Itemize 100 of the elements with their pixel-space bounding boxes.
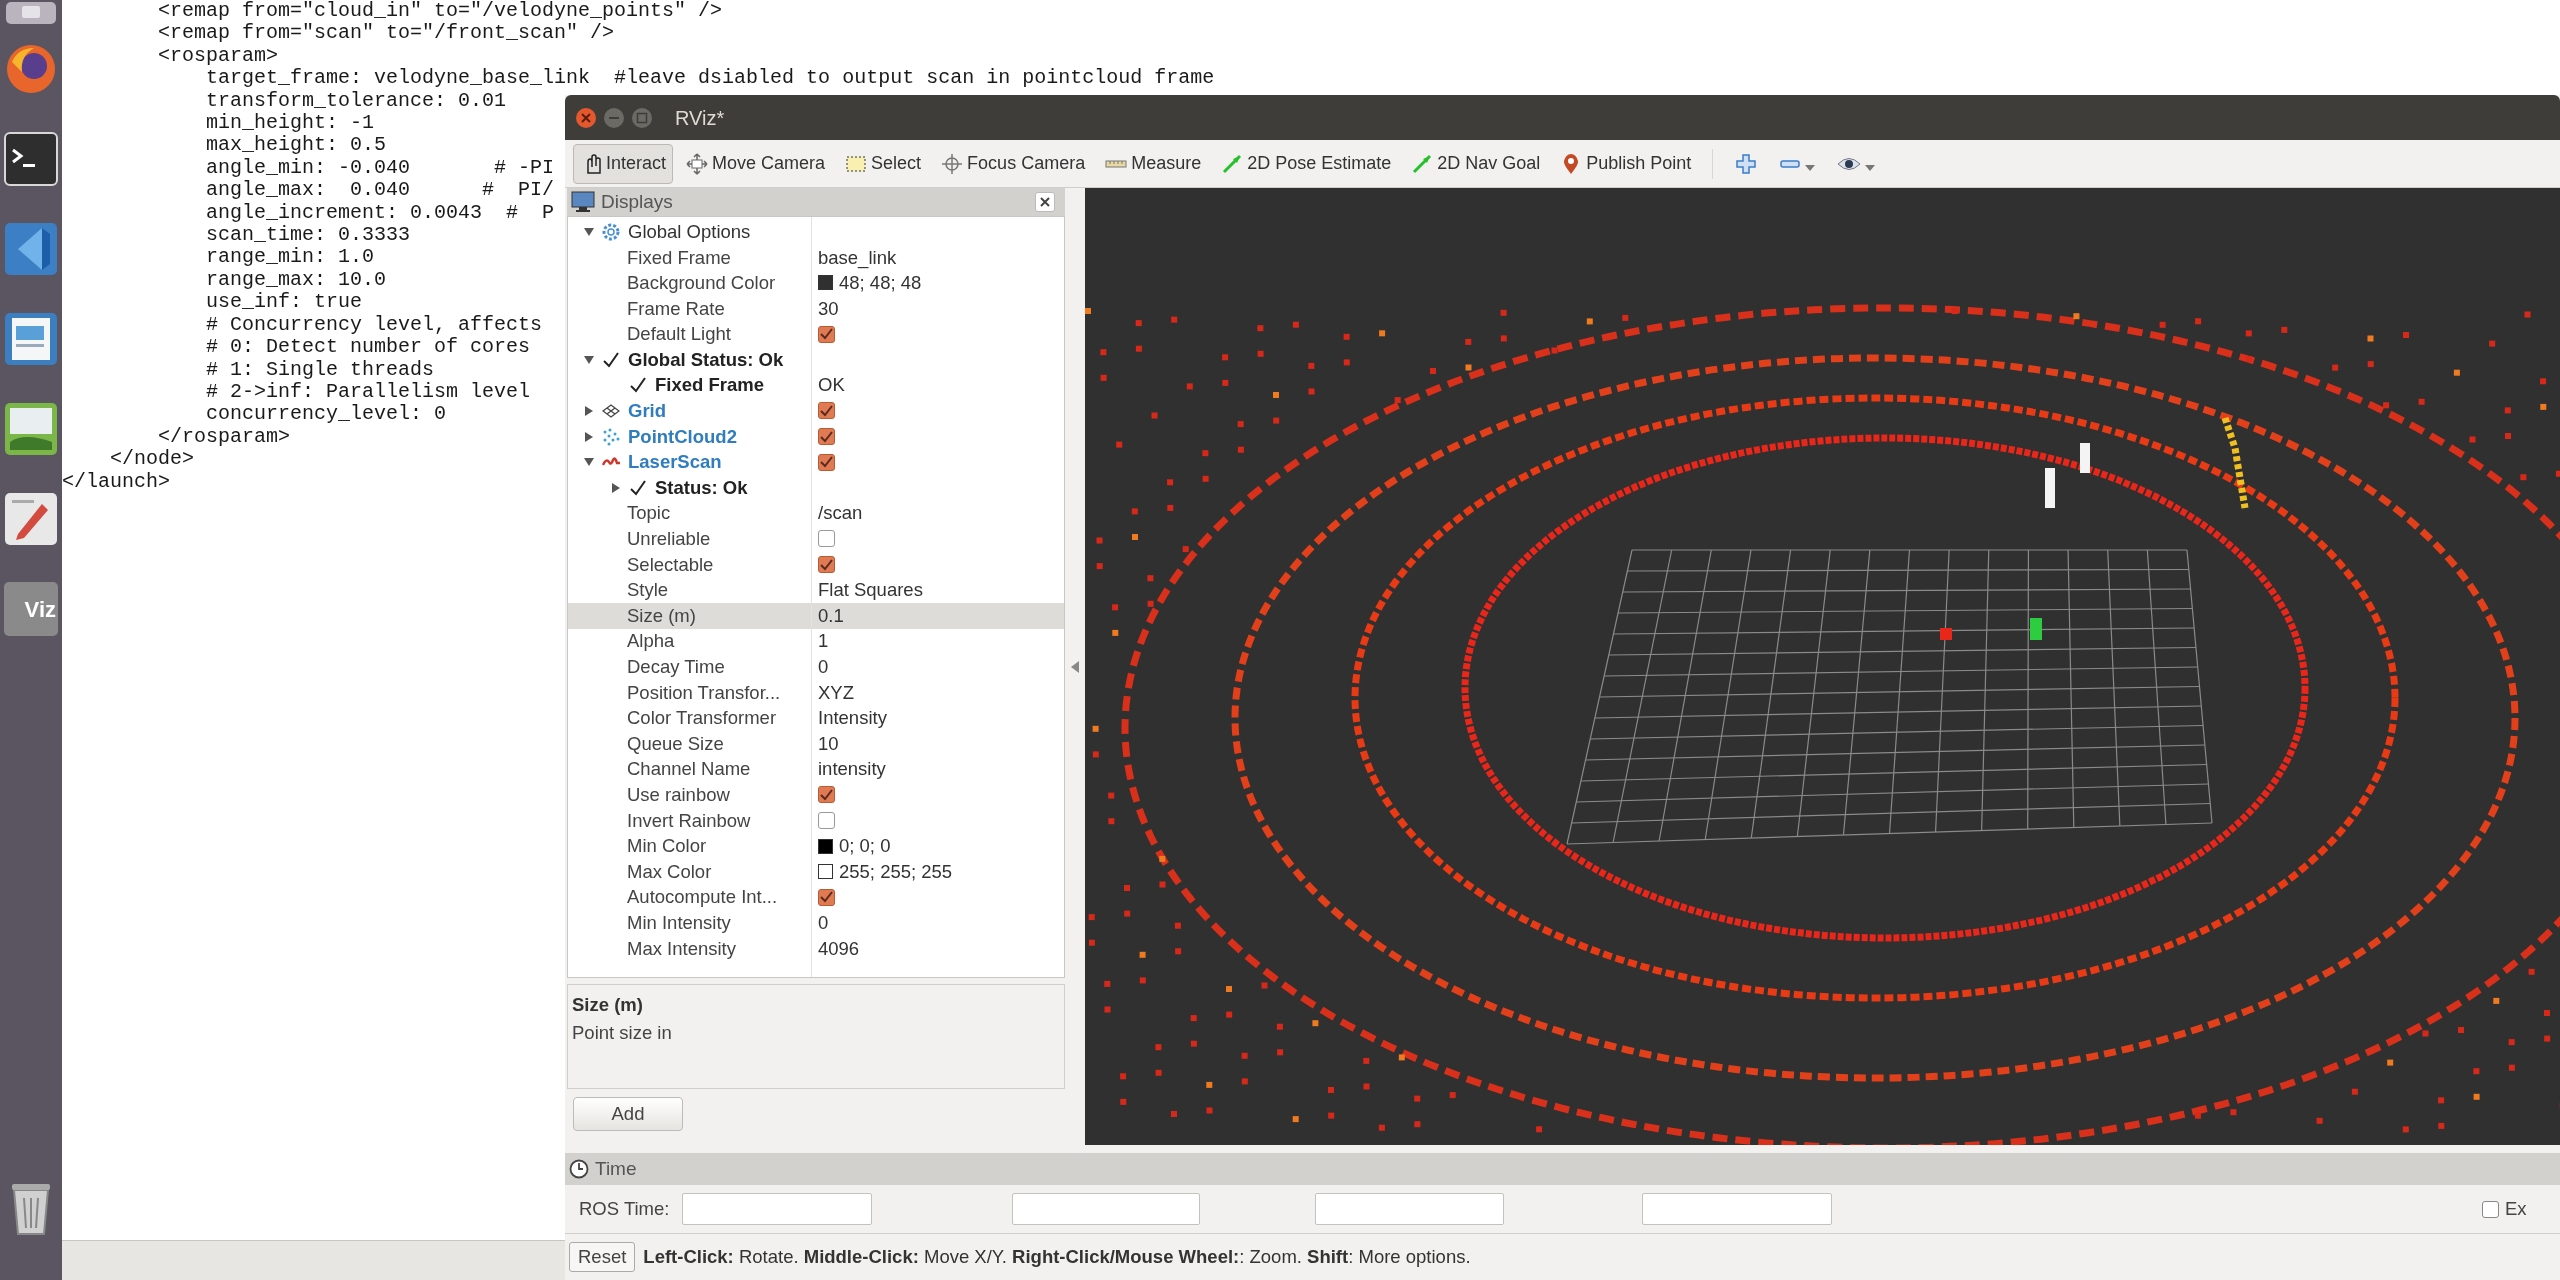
row-value: 0.1 bbox=[818, 603, 844, 628]
tree-row[interactable]: Min Intensity 0 bbox=[568, 910, 1064, 936]
tool-button[interactable]: 2D Nav Goal bbox=[1404, 143, 1548, 184]
time-field[interactable] bbox=[682, 1193, 872, 1225]
tree-row[interactable]: PointCloud2 bbox=[568, 423, 1064, 450]
code-line: </rosparam> bbox=[157, 425, 291, 449]
checkbox[interactable] bbox=[818, 530, 835, 548]
row-value: 10 bbox=[818, 731, 839, 756]
add-button[interactable]: Add bbox=[573, 1097, 683, 1131]
tree-row[interactable]: Style Flat Squares bbox=[568, 577, 1064, 603]
time-field[interactable] bbox=[1012, 1193, 1200, 1225]
tree-row[interactable]: LaserScan bbox=[568, 449, 1064, 475]
move-arrows-icon bbox=[686, 152, 709, 175]
row-label: Autocompute Int... bbox=[627, 885, 778, 910]
tree-row[interactable]: Status: Ok bbox=[568, 474, 1064, 501]
caret-icon bbox=[1805, 163, 1816, 172]
row-label: Max Intensity bbox=[627, 936, 736, 961]
check-icon bbox=[820, 404, 833, 417]
tree-row[interactable]: Global Options bbox=[568, 219, 1064, 245]
description-text: Point size in bbox=[572, 1020, 673, 1045]
row-value: 1 bbox=[818, 629, 829, 654]
checkbox[interactable] bbox=[818, 556, 835, 573]
time-field[interactable] bbox=[1315, 1193, 1504, 1225]
checkbox[interactable] bbox=[818, 428, 835, 446]
tree-row[interactable]: Size (m) 0.1 bbox=[568, 602, 1064, 629]
row-value: /scan bbox=[818, 501, 863, 526]
code-line: angle_increment: 0.0043 # P bbox=[205, 201, 555, 225]
row-label: Alpha bbox=[627, 629, 675, 654]
checkbox[interactable] bbox=[818, 811, 835, 829]
tree-row[interactable]: Position Transfor... XYZ bbox=[568, 679, 1064, 706]
code-line: angle_min: -0.040 # -PI bbox=[205, 156, 555, 180]
row-value: Intensity bbox=[818, 706, 887, 731]
code-line: <remap from="cloud_in" to="/velodyne_points" /> bbox=[157, 0, 723, 23]
tree-row[interactable]: Global Status: Ok bbox=[568, 346, 1064, 373]
code-line: </launch> bbox=[62, 470, 171, 493]
tree-row[interactable]: Unreliable bbox=[568, 526, 1064, 552]
tool-button[interactable]: 2D Pose Estimate bbox=[1214, 143, 1399, 184]
checkbox[interactable] bbox=[818, 325, 835, 343]
plus-icon bbox=[1735, 152, 1758, 175]
row-label: Position Transfor... bbox=[627, 680, 781, 705]
tree-row[interactable]: Grid bbox=[568, 398, 1064, 424]
tree-row[interactable]: Topic /scan bbox=[568, 500, 1064, 527]
terminal-icon bbox=[4, 132, 58, 186]
tree-row[interactable]: Fixed Frame base_link bbox=[568, 244, 1064, 271]
reset-button[interactable]: Reset bbox=[569, 1242, 636, 1272]
tool-button[interactable]: Publish Point bbox=[1553, 143, 1699, 184]
tool-button[interactable]: Measure bbox=[1098, 143, 1209, 184]
tool-button[interactable]: Select bbox=[838, 143, 929, 184]
code-line: angle_max: 0.040 # PI/ bbox=[205, 179, 555, 202]
row-label: Size (m) bbox=[627, 603, 696, 628]
code-line: # Concurrency level, affects bbox=[205, 313, 543, 337]
tool-button[interactable]: Interact bbox=[573, 143, 674, 184]
tree-row[interactable]: Autocompute Int... bbox=[568, 884, 1064, 911]
tree-row[interactable]: Invert Rainbow bbox=[568, 807, 1064, 834]
tree-row[interactable]: Fixed Frame OK bbox=[568, 372, 1064, 399]
row-value: 0; 0; 0 bbox=[839, 834, 891, 859]
caret-icon bbox=[1865, 163, 1876, 172]
splitter-arrow-icon bbox=[1071, 660, 1079, 673]
row-label: Background Color bbox=[627, 271, 776, 296]
code-line: range_min: 1.0 bbox=[205, 246, 375, 269]
time-field[interactable] bbox=[1642, 1193, 1832, 1225]
tree-row[interactable]: Selectable bbox=[568, 551, 1064, 578]
row-value: Flat Squares bbox=[818, 578, 923, 603]
tree-row[interactable]: Channel Name intensity bbox=[568, 756, 1064, 783]
checkbox-label: Ex bbox=[2505, 1197, 2527, 1222]
tool-button[interactable]: Focus Camera bbox=[934, 143, 1093, 184]
row-label: Selectable bbox=[627, 552, 714, 577]
tree-row[interactable]: Alpha 1 bbox=[568, 628, 1064, 655]
code-editor-icon bbox=[4, 222, 58, 276]
row-label: LaserScan bbox=[628, 450, 722, 475]
checkbox[interactable] bbox=[2482, 1200, 2499, 1218]
row-label: Default Light bbox=[627, 322, 731, 347]
row-label: Queue Size bbox=[627, 731, 724, 756]
checkbox[interactable] bbox=[818, 402, 835, 420]
tree-row[interactable]: Decay Time 0 bbox=[568, 654, 1064, 680]
tree-row[interactable]: Frame Rate 30 bbox=[568, 295, 1064, 322]
row-value: 0 bbox=[818, 910, 829, 935]
tree-row[interactable]: Max Color 255; 255; 255 bbox=[568, 858, 1064, 885]
checkbox[interactable] bbox=[818, 453, 835, 471]
row-value: 4096 bbox=[818, 936, 860, 961]
tree-row[interactable]: Use rainbow bbox=[568, 782, 1064, 808]
row-label: Fixed Frame bbox=[655, 373, 764, 398]
presentation-icon bbox=[4, 312, 58, 366]
tree-row[interactable]: Color Transformer Intensity bbox=[568, 705, 1064, 731]
image-viewer-icon bbox=[4, 402, 58, 456]
code-line: scan_time: 0.3333 bbox=[205, 224, 411, 247]
close-button[interactable] bbox=[1035, 192, 1055, 212]
tree-row[interactable]: Max Intensity 4096 bbox=[568, 935, 1064, 962]
checkbox[interactable] bbox=[818, 888, 835, 906]
tool-button[interactable]: Move Camera bbox=[679, 143, 833, 184]
point-cloud-icon bbox=[602, 427, 620, 446]
checkbox[interactable] bbox=[818, 786, 835, 804]
row-label: Status: Ok bbox=[655, 475, 748, 500]
crosshair-icon bbox=[941, 152, 964, 175]
check-icon bbox=[629, 478, 647, 497]
tree-row[interactable]: Min Color 0; 0; 0 bbox=[568, 833, 1064, 859]
code-line: # 0: Detect number of cores bbox=[205, 336, 531, 359]
tree-row[interactable]: Default Light bbox=[568, 321, 1064, 347]
tree-row[interactable]: Queue Size 10 bbox=[568, 730, 1064, 757]
tree-row[interactable]: Background Color 48; 48; 48 bbox=[568, 270, 1064, 296]
